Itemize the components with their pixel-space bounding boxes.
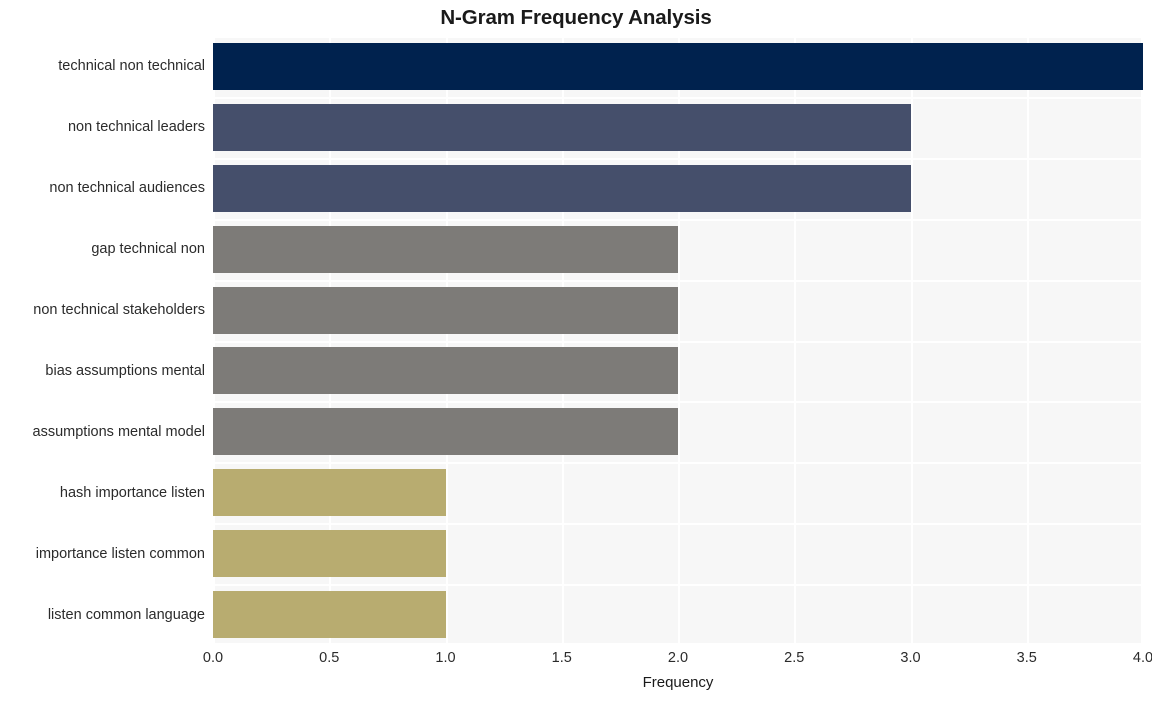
- bar[interactable]: [213, 591, 446, 639]
- gridline-horizontal: [213, 279, 1143, 282]
- x-axis-tick-label: 0.0: [202, 650, 224, 666]
- gridline-horizontal: [213, 401, 1143, 404]
- bar[interactable]: [213, 347, 678, 395]
- x-axis-tick-label: 4.0: [1132, 650, 1152, 666]
- gridline-horizontal: [213, 643, 1143, 645]
- chart-figure: N-Gram Frequency Analysis technical non …: [0, 0, 1152, 701]
- bar[interactable]: [213, 408, 678, 456]
- x-axis-tick-label: 1.5: [551, 650, 572, 666]
- x-axis-tick-label: 3.5: [1016, 650, 1037, 666]
- x-axis-tick-label: 3.0: [900, 650, 921, 666]
- gridline-horizontal: [213, 462, 1143, 465]
- x-axis-tick-label: 2.5: [784, 650, 805, 666]
- bar[interactable]: [213, 164, 911, 212]
- bar[interactable]: [213, 103, 911, 151]
- y-axis-tick-label: non technical stakeholders: [33, 302, 205, 319]
- y-axis-tick-label: importance listen common: [35, 545, 205, 562]
- plot-area: [213, 36, 1143, 645]
- gridline-horizontal: [213, 36, 1143, 38]
- y-axis-tick-label: gap technical non: [91, 241, 205, 258]
- y-axis-tick-labels: technical non technical non technical lea…: [0, 36, 205, 645]
- x-axis-label: Frequency: [642, 674, 714, 691]
- gridline-horizontal: [213, 523, 1143, 526]
- gridline-horizontal: [213, 584, 1143, 587]
- gridline-horizontal: [213, 218, 1143, 221]
- x-axis-tick-label: 2.0: [667, 650, 689, 666]
- y-axis-tick-label: listen common language: [47, 606, 205, 623]
- gridline-horizontal: [213, 157, 1143, 160]
- y-axis-tick-label: technical non technical: [58, 58, 205, 75]
- gridline-horizontal: [213, 96, 1143, 99]
- x-axis-tick-label: 1.0: [435, 650, 456, 666]
- x-axis-tick-label: 0.5: [319, 650, 340, 666]
- x-axis-tick-labels: 0.0 0.5 1.0 1.5 2.0 2.5 3.0 3.5 4.0: [203, 650, 1152, 672]
- bar[interactable]: [213, 530, 446, 578]
- y-axis-tick-label: assumptions mental model: [32, 423, 205, 440]
- chart-title: N-Gram Frequency Analysis: [440, 6, 712, 29]
- y-axis-tick-label: bias assumptions mental: [45, 362, 205, 379]
- y-axis-tick-label: non technical leaders: [67, 119, 205, 136]
- y-axis-tick-label: hash importance listen: [59, 484, 205, 501]
- gridline-horizontal: [213, 340, 1143, 343]
- bar[interactable]: [213, 469, 446, 517]
- y-axis-tick-label: non technical audiences: [49, 180, 205, 197]
- bar[interactable]: [213, 225, 678, 273]
- bar[interactable]: [213, 286, 678, 334]
- bar[interactable]: [213, 42, 1143, 90]
